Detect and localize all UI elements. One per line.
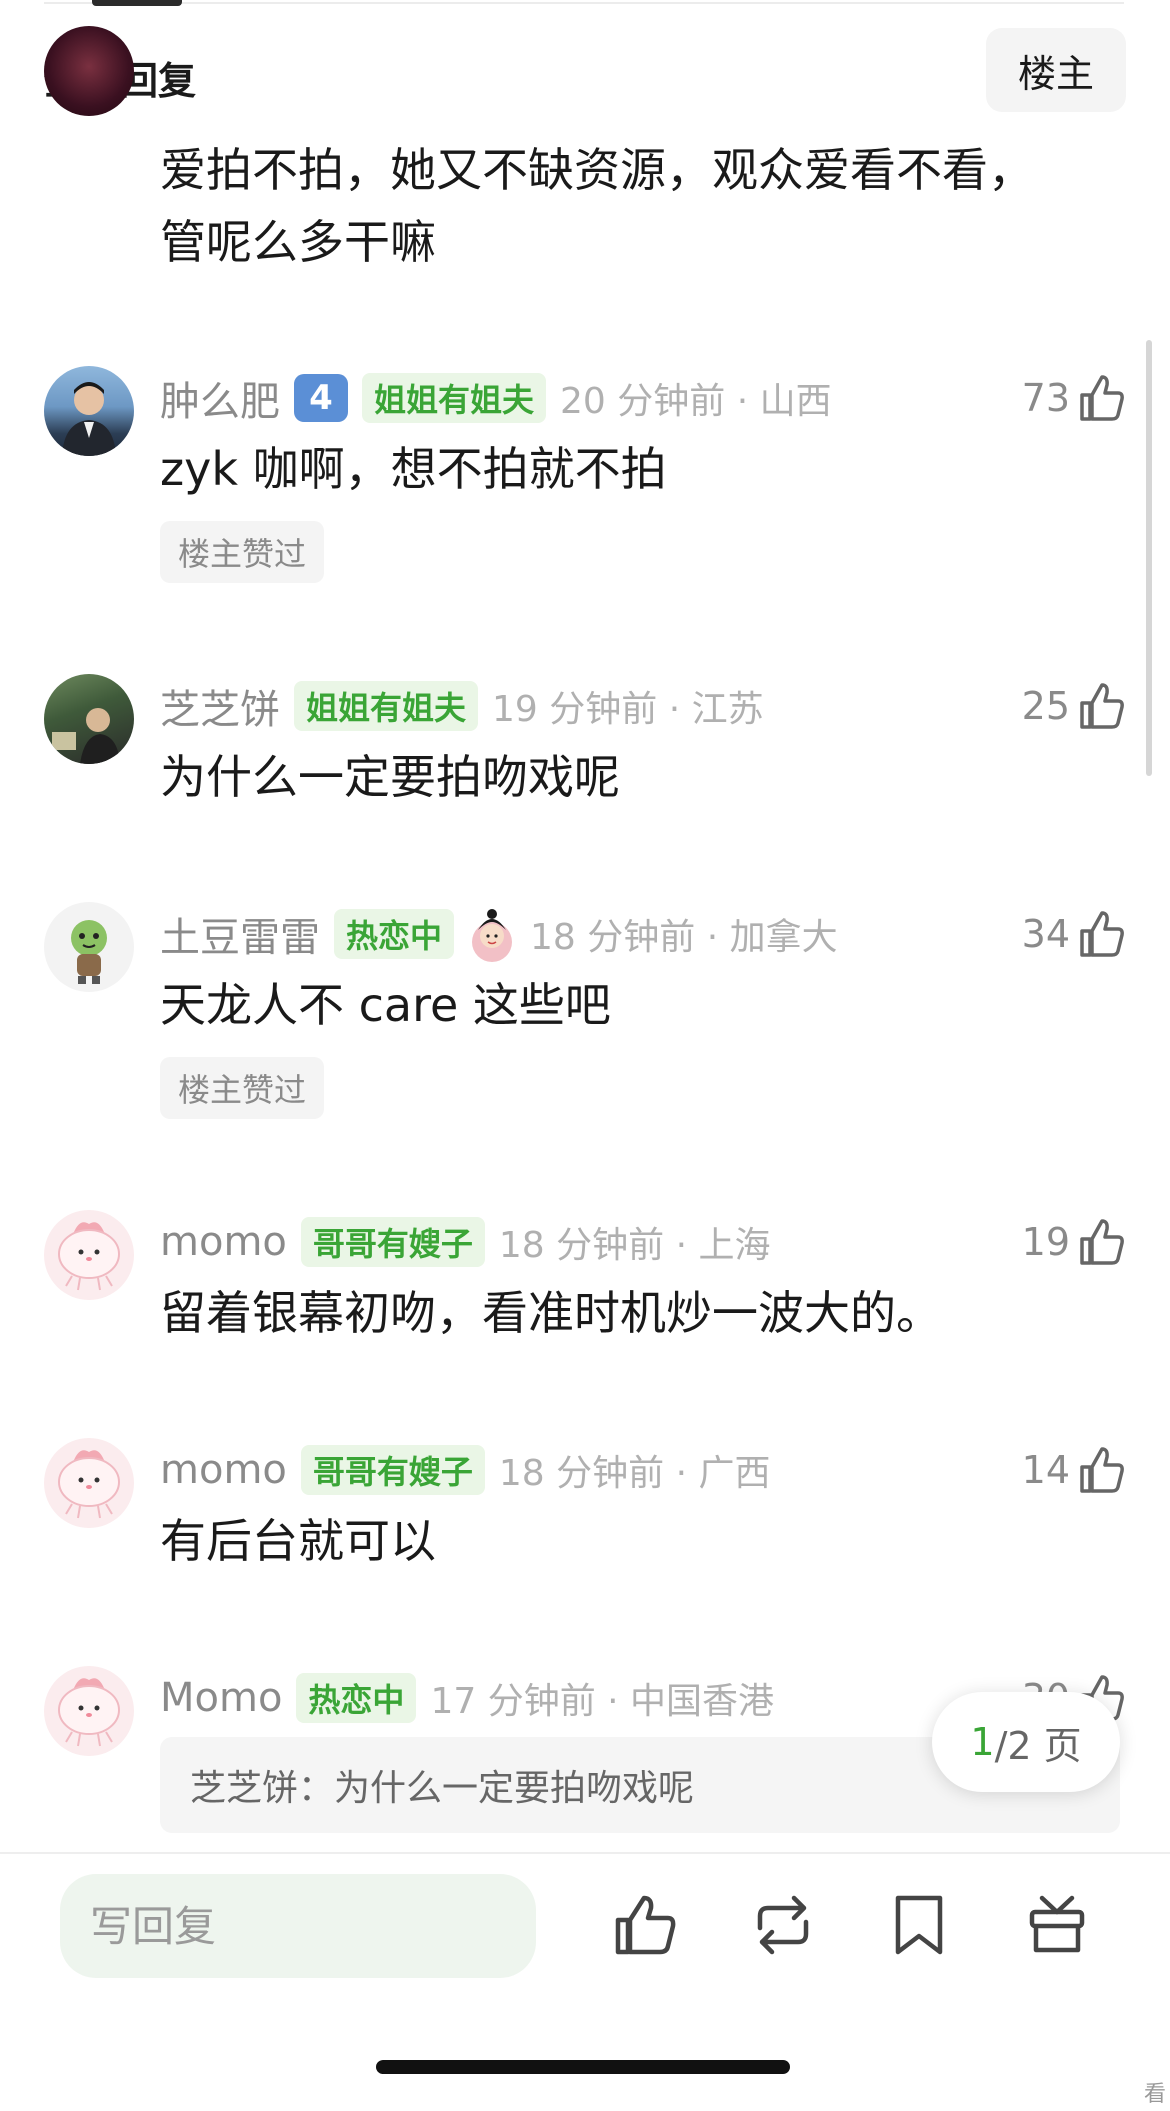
scrollbar[interactable] xyxy=(1146,340,1152,776)
username[interactable]: momo xyxy=(160,1447,287,1493)
op-liked-badge: 楼主赞过 xyxy=(160,521,325,583)
reply-input[interactable] xyxy=(60,1874,536,1978)
like-button[interactable]: 25 xyxy=(1022,678,1126,734)
avatar[interactable] xyxy=(44,674,134,764)
username[interactable]: 土豆雷雷 xyxy=(160,905,320,963)
fan-tag: 热恋中 xyxy=(334,909,455,959)
like-count: 19 xyxy=(1021,1220,1070,1264)
avatar[interactable] xyxy=(44,26,134,116)
fan-tag: 姐姐有姐夫 xyxy=(362,373,547,423)
comment-text: 留着银幕初吻，看准时机炒一波大的。 xyxy=(160,1286,942,1340)
total-pages: /2 页 xyxy=(994,1723,1082,1768)
username[interactable]: momo xyxy=(160,1219,287,1265)
like-count: 14 xyxy=(1021,1448,1070,1492)
home-indicator xyxy=(376,2060,790,2074)
timestamp-location: 19 分钟前 · 江苏 xyxy=(492,689,764,730)
like-icon[interactable] xyxy=(610,1890,680,1960)
avatar[interactable] xyxy=(44,1210,134,1300)
thumbs-up-icon xyxy=(1080,683,1124,729)
bookmark-icon[interactable] xyxy=(884,1890,954,1960)
gift-icon[interactable] xyxy=(1022,1890,1092,1960)
timestamp-location: 18 分钟前 · 加拿大 xyxy=(530,917,838,958)
fan-tag: 姐姐有姐夫 xyxy=(294,681,479,731)
fan-tag: 哥哥有嫂子 xyxy=(300,1445,485,1495)
comment-meta: 肿么肥 4 姐姐有姐夫 20 分钟前 · 山西 xyxy=(160,370,832,426)
top-divider xyxy=(44,2,1124,4)
avatar[interactable] xyxy=(44,1438,134,1528)
thumbs-up-icon xyxy=(1080,1447,1124,1493)
corner-watermark: 看 xyxy=(1144,2082,1167,2107)
like-count: 25 xyxy=(1021,684,1070,728)
like-button[interactable]: 14 xyxy=(1022,1442,1126,1498)
level-badge: 4 xyxy=(294,374,348,422)
comment-meta: 土豆雷雷 热恋中 18 分钟前 · 加拿大 xyxy=(160,906,838,962)
like-button[interactable]: 19 xyxy=(1022,1214,1126,1270)
comment-meta: momo 哥哥有嫂子 18 分钟前 · 上海 xyxy=(160,1214,770,1270)
thumbs-up-icon xyxy=(1080,1219,1124,1265)
username[interactable]: 肿么肥 xyxy=(160,369,280,427)
comment-text: 有后台就可以 xyxy=(160,1514,436,1568)
username[interactable]: 芝芝饼 xyxy=(160,677,280,735)
thumbs-up-icon xyxy=(1080,911,1124,957)
fan-tag: 哥哥有嫂子 xyxy=(300,1217,485,1267)
timestamp-location: 18 分钟前 · 广西 xyxy=(498,1453,771,1494)
comment-meta: Momo 热恋中 17 分钟前 · 中国香港 xyxy=(160,1670,774,1726)
like-button[interactable]: 34 xyxy=(1022,906,1126,962)
repost-icon[interactable] xyxy=(748,1890,818,1960)
comment-text: zyk 咖啊，想不拍就不拍 xyxy=(160,442,667,496)
thumbs-up-icon xyxy=(1080,375,1124,421)
page-indicator[interactable]: 1/2 页 xyxy=(932,1692,1120,1792)
avatar[interactable] xyxy=(44,902,134,992)
comment-text: 为什么一定要拍吻戏呢 xyxy=(160,750,620,804)
comment-meta: 芝芝饼 姐姐有姐夫 19 分钟前 · 江苏 xyxy=(160,678,764,734)
username[interactable]: Momo xyxy=(160,1675,282,1721)
header: 全部回复 楼主 xyxy=(0,20,1170,120)
avatar[interactable] xyxy=(44,1666,134,1756)
comment-text: 爱拍不拍，她又不缺资源，观众爱看不看， 管呢么多干嘛 xyxy=(160,143,1034,269)
avatar[interactable] xyxy=(44,366,134,456)
like-button[interactable]: 73 xyxy=(1022,370,1126,426)
timestamp-location: 20 分钟前 · 山西 xyxy=(560,381,832,422)
timestamp-location: 17 分钟前 · 中国香港 xyxy=(430,1681,775,1722)
op-liked-badge: 楼主赞过 xyxy=(160,1057,325,1119)
timestamp-location: 18 分钟前 · 上海 xyxy=(498,1225,771,1266)
comment-text: 天龙人不 care 这些吧 xyxy=(160,978,611,1032)
comment-meta: momo 哥哥有嫂子 18 分钟前 · 广西 xyxy=(160,1442,770,1498)
like-count: 73 xyxy=(1021,376,1070,420)
tab-indicator xyxy=(92,0,182,6)
current-page: 1 xyxy=(970,1720,995,1764)
decoration-icon xyxy=(472,909,513,962)
op-only-button[interactable]: 楼主 xyxy=(986,28,1126,112)
fan-tag: 热恋中 xyxy=(296,1673,417,1723)
like-count: 34 xyxy=(1021,912,1070,956)
